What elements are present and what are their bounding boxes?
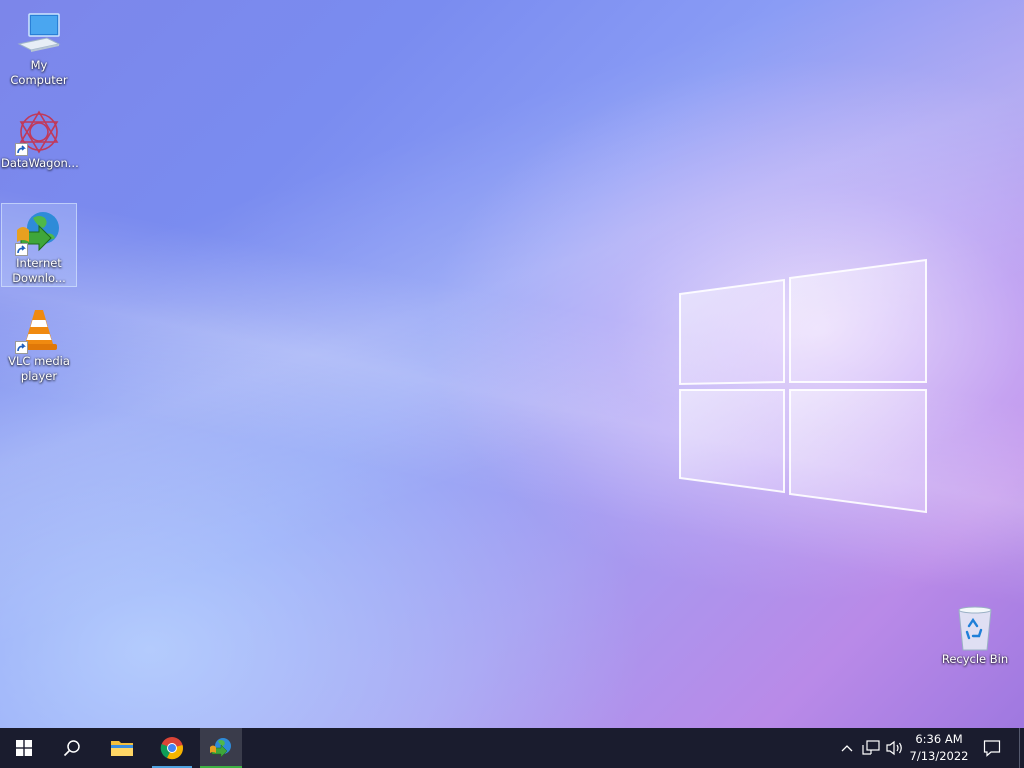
- windows-wallpaper-logo: [679, 258, 927, 514]
- system-clock[interactable]: 6:36 AM 7/13/2022: [905, 728, 973, 768]
- desktop-icon-internet-download-manager[interactable]: Internet Downlo...: [1, 203, 77, 287]
- desktop-icon-label: VLC media player: [8, 354, 70, 383]
- clock-date: 7/13/2022: [909, 749, 969, 763]
- desktop-icon-label: Recycle Bin: [941, 652, 1009, 666]
- network-icon: [862, 740, 880, 755]
- desktop-icon-vlc-media-player[interactable]: VLC media player: [1, 302, 77, 386]
- computer-icon: [15, 10, 63, 58]
- search-button[interactable]: [48, 728, 96, 768]
- show-desktop-button[interactable]: [1019, 728, 1020, 768]
- desktop-icon-label: Internet Downlo...: [12, 256, 66, 285]
- vlc-icon: [15, 306, 63, 354]
- desktop-icon-recycle-bin[interactable]: Recycle Bin: [937, 600, 1013, 672]
- taskbar-internet-download-manager-button[interactable]: [200, 728, 242, 768]
- search-icon: [63, 740, 80, 757]
- datawagon-icon: [15, 108, 63, 156]
- desktop-icon-label: My Computer: [10, 58, 68, 87]
- desktop-icon-my-computer[interactable]: My Computer: [1, 6, 77, 87]
- internet-download-manager-icon: [15, 208, 63, 256]
- action-center-button[interactable]: [974, 728, 1010, 768]
- start-button[interactable]: [0, 728, 48, 768]
- taskbar-chrome-button[interactable]: [148, 728, 196, 768]
- clock-time: 6:36 AM: [915, 732, 963, 746]
- taskbar-file-explorer-button[interactable]: [98, 728, 146, 768]
- show-hidden-icons-button[interactable]: [835, 728, 859, 768]
- shortcut-arrow-icon: [15, 143, 28, 156]
- chevron-up-icon: [841, 745, 853, 752]
- volume-icon: [886, 740, 902, 756]
- network-button[interactable]: [859, 728, 883, 768]
- notification-icon: [983, 740, 1001, 757]
- chrome-icon: [160, 737, 183, 760]
- shortcut-arrow-icon: [15, 243, 28, 256]
- volume-button[interactable]: [883, 728, 907, 768]
- desktop-icon-datawagon[interactable]: DataWagon...: [1, 104, 79, 176]
- windows-logo-icon: [16, 740, 32, 756]
- taskbar: 6:36 AM 7/13/2022: [0, 728, 1024, 768]
- shortcut-arrow-icon: [15, 341, 28, 354]
- desktop[interactable]: My Computer DataWagon... Internet Downlo…: [0, 0, 1024, 728]
- recycle-bin-icon: [951, 604, 999, 652]
- internet-download-manager-icon: [210, 738, 231, 758]
- folder-icon: [111, 741, 133, 756]
